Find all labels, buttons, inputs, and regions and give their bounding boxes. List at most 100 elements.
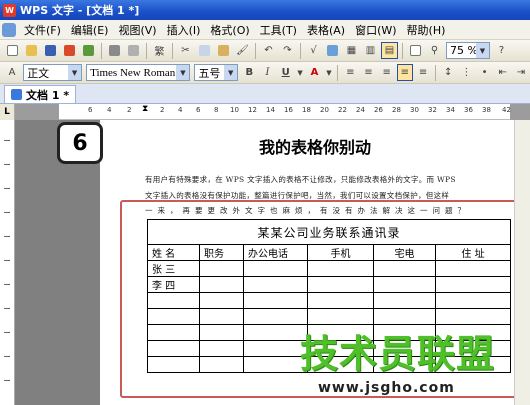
table-cell[interactable] [147, 324, 200, 341]
table-cell[interactable] [243, 356, 308, 373]
formula-icon[interactable]: √ [305, 42, 322, 59]
table-cell[interactable] [199, 308, 244, 325]
table-cell[interactable] [243, 340, 308, 357]
table-cell[interactable] [147, 356, 200, 373]
table-cell[interactable] [199, 260, 244, 277]
format-painter-icon[interactable]: 🖌 [234, 42, 251, 59]
underline-dropdown-icon[interactable]: ▼ [296, 64, 305, 81]
bullets-icon[interactable]: • [476, 64, 492, 81]
document-title[interactable]: 我的表格你别动 [120, 134, 510, 158]
menu-view[interactable]: 视图(V) [113, 22, 161, 38]
table-cell[interactable] [147, 292, 200, 309]
distributed-align-icon[interactable]: ≡ [415, 64, 431, 81]
menu-format[interactable]: 格式(O) [205, 22, 254, 38]
table-cell[interactable] [307, 292, 374, 309]
menu-edit[interactable]: 编辑(E) [66, 22, 114, 38]
document-map-icon[interactable] [407, 42, 424, 59]
table-cell[interactable] [307, 260, 374, 277]
table-cell[interactable] [243, 260, 308, 277]
table-cell[interactable] [147, 308, 200, 325]
traditional-chinese-button[interactable]: 繁 [151, 42, 168, 59]
table-caption[interactable]: 某某公司业务联系通讯录 [147, 219, 511, 245]
font-color-button[interactable]: A [306, 64, 322, 81]
horizontal-ruler[interactable]: L 6 4 2 2 4 6 8 10 12 14 16 18 20 22 24 … [0, 104, 530, 120]
table-cell[interactable] [243, 292, 308, 309]
table-cell[interactable] [243, 276, 308, 293]
tab-document-1[interactable]: 文档 1 * [4, 85, 77, 103]
menu-file[interactable]: 文件(F) [19, 22, 66, 38]
table-cell[interactable] [373, 292, 436, 309]
style-select[interactable]: 正文 ▼ [23, 64, 83, 81]
save-icon[interactable] [42, 42, 59, 59]
open-folder-icon[interactable] [23, 42, 40, 59]
menu-window[interactable]: 窗口(W) [350, 22, 401, 38]
italic-button[interactable]: I [259, 64, 275, 81]
table-cell[interactable] [435, 276, 511, 293]
paste-icon[interactable] [215, 42, 232, 59]
increase-indent-icon[interactable]: ⇥ [513, 64, 529, 81]
copy-icon[interactable] [196, 42, 213, 59]
table-cell[interactable] [199, 292, 244, 309]
table-cell[interactable] [435, 260, 511, 277]
table-cell[interactable] [307, 276, 374, 293]
export-pdf-icon[interactable] [61, 42, 78, 59]
styles-pane-icon[interactable]: A [4, 64, 20, 81]
mail-icon[interactable] [80, 42, 97, 59]
table-cell[interactable] [199, 356, 244, 373]
table-header-cell[interactable]: 手机 [307, 244, 374, 261]
font-size-select[interactable]: 五号 ▼ [194, 64, 239, 81]
vertical-ruler[interactable] [0, 120, 15, 405]
drawing-toolbar-icon[interactable]: ▤ [381, 42, 398, 59]
table-cell[interactable] [243, 308, 308, 325]
table-cell[interactable] [147, 340, 200, 357]
cut-icon[interactable]: ✂ [177, 42, 194, 59]
table-cell[interactable] [373, 260, 436, 277]
new-document-icon[interactable] [4, 42, 21, 59]
justify-icon[interactable]: ≡ [396, 64, 413, 81]
table-header-cell[interactable]: 住 址 [435, 244, 511, 261]
zoom-select[interactable]: 75 % ▼ [446, 42, 490, 59]
bold-button[interactable]: B [241, 64, 257, 81]
align-right-icon[interactable]: ≡ [379, 64, 395, 81]
table-cell[interactable]: 张 三 [147, 260, 200, 277]
document-menu-icon[interactable] [2, 22, 16, 37]
paragraph-line[interactable]: 有用户有特殊要求，在 WPS 文字插入的表格不让修改，只能修改表格外的文字。而 … [145, 174, 510, 185]
table-cell[interactable] [199, 340, 244, 357]
table-header-cell[interactable]: 宅电 [373, 244, 436, 261]
font-color-dropdown-icon[interactable]: ▼ [325, 64, 334, 81]
help-icon[interactable]: ? [493, 42, 510, 59]
menu-insert[interactable]: 插入(I) [162, 22, 206, 38]
zoom-in-icon[interactable]: ⚲ [426, 42, 443, 59]
tab-stop-selector[interactable]: L [0, 104, 15, 120]
redo-icon[interactable]: ↷ [279, 42, 296, 59]
table-header-cell[interactable]: 姓 名 [147, 244, 200, 261]
indent-marker-icon[interactable]: ⧗ [142, 104, 148, 114]
table-cell[interactable] [199, 276, 244, 293]
vertical-scrollbar[interactable] [514, 120, 530, 405]
line-spacing-icon[interactable]: ↕ [440, 64, 456, 81]
table-cell[interactable]: 李 四 [147, 276, 200, 293]
undo-icon[interactable]: ↶ [260, 42, 277, 59]
table-cell[interactable] [243, 324, 308, 341]
align-left-icon[interactable]: ≡ [342, 64, 358, 81]
table-cell[interactable] [373, 276, 436, 293]
font-select[interactable]: Times New Roman ▼ [86, 64, 191, 81]
table-cell[interactable] [199, 324, 244, 341]
table-cell[interactable] [307, 308, 374, 325]
numbering-icon[interactable]: ⋮ [458, 64, 474, 81]
table-cell[interactable] [373, 308, 436, 325]
underline-button[interactable]: U [278, 64, 294, 81]
table-header-cell[interactable]: 办公电话 [243, 244, 308, 261]
insert-table-icon[interactable]: ▦ [343, 42, 360, 59]
columns-icon[interactable]: ▥ [362, 42, 379, 59]
decrease-indent-icon[interactable]: ⇤ [495, 64, 511, 81]
print-icon[interactable] [106, 42, 123, 59]
menu-help[interactable]: 帮助(H) [402, 22, 451, 38]
menu-table[interactable]: 表格(A) [302, 22, 350, 38]
menu-tools[interactable]: 工具(T) [255, 22, 302, 38]
print-preview-icon[interactable] [125, 42, 142, 59]
table-header-cell[interactable]: 职务 [199, 244, 244, 261]
table-cell[interactable] [435, 292, 511, 309]
align-center-icon[interactable]: ≡ [360, 64, 376, 81]
table-cell[interactable] [435, 308, 511, 325]
